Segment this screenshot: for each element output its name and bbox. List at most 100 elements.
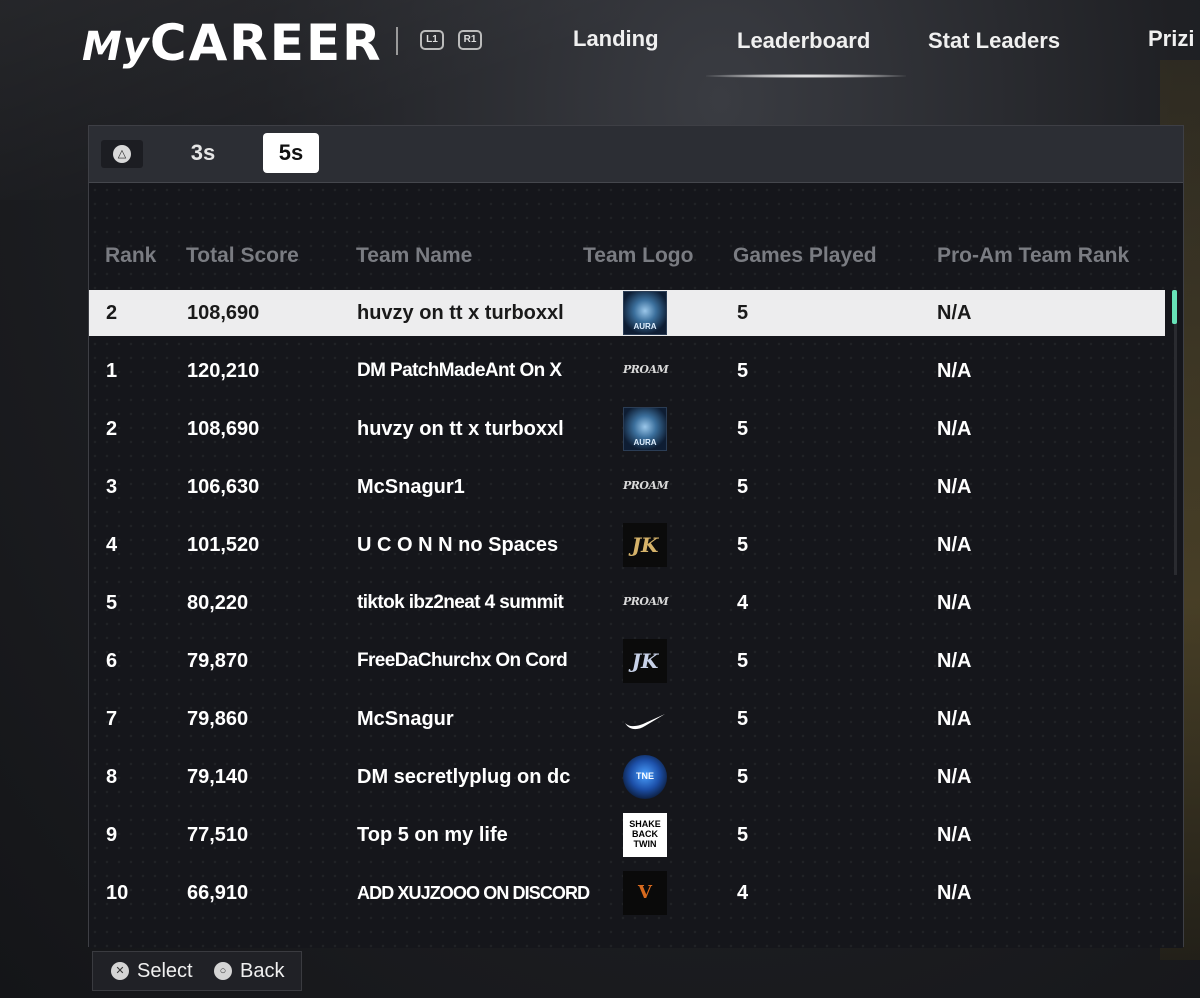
cell-rank: 2 [106,302,118,324]
col-header-proam-team-rank: Pro-Am Team Rank [937,244,1130,267]
cell-proam-rank: N/A [937,882,972,904]
scrollbar-thumb[interactable] [1172,290,1177,324]
table-row[interactable]: 1 120,210 DM PatchMadeAnt On X PROAM 5 N… [89,348,1165,394]
table-area: Rank Total Score Team Name Team Logo Gam… [89,183,1183,948]
cell-team-name: Top 5 on my life [357,824,508,846]
table-row[interactable]: 8 79,140 DM secretlyplug on dc TNE 5 N/A [89,754,1165,800]
cell-total-score: 79,870 [187,650,249,672]
cell-games-played: 5 [737,476,749,498]
tab-5s[interactable]: 5s [263,133,319,173]
cell-rank: 8 [106,766,118,788]
cell-total-score: 108,690 [187,418,260,440]
cell-proam-rank: N/A [937,650,972,672]
circle-button-icon: ○ [214,962,232,980]
cell-rank: 2 [106,418,118,440]
cell-games-played: 5 [737,302,749,324]
col-header-total-score: Total Score [186,244,299,267]
cell-team-name: McSnagur [357,708,454,730]
col-header-team-name: Team Name [356,244,473,267]
cell-rank: 7 [106,708,118,730]
cell-total-score: 79,140 [187,766,249,788]
nav-leaderboard[interactable]: Leaderboard [737,28,870,54]
cell-rank: 6 [106,650,118,672]
col-header-games-played: Games Played [733,244,877,267]
table-row[interactable]: 3 106,630 McSnagur1 PROAM 5 N/A [89,464,1165,510]
nike-logo-icon [623,697,667,741]
cell-games-played: 5 [737,708,749,730]
proam-logo-icon: PROAM [623,363,669,376]
nike-swoosh-icon [625,714,665,730]
table-row[interactable]: 6 79,870 FreeDaChurchx On Cord JK 5 N/A [89,638,1165,684]
cell-games-played: 5 [737,650,749,672]
cell-team-name: DM secretlyplug on dc [357,766,571,788]
tab-3s[interactable]: 3s [179,133,227,173]
col-header-team-logo: Team Logo [583,244,694,267]
cell-total-score: 77,510 [187,824,249,846]
cell-games-played: 5 [737,418,749,440]
cell-total-score: 108,690 [187,302,260,324]
cell-rank: 9 [106,824,118,846]
table-row[interactable]: 10 66,910 ADD XUJZOOO ON DISCORD V 4 N/A [89,870,1165,916]
r1-bumper-icon[interactable]: R1 [458,30,482,50]
table-row-selected[interactable]: 2 108,690 huvzy on tt x turboxxl AURA 5 … [89,290,1165,336]
cell-team-name: DM PatchMadeAnt On X [357,360,562,381]
nav-prizing[interactable]: Prizi [1148,26,1194,52]
select-prompt[interactable]: Select [137,960,193,982]
cell-proam-rank: N/A [937,708,972,730]
cell-total-score: 80,220 [187,592,249,614]
tne-logo-icon: TNE [623,755,667,799]
cell-games-played: 4 [737,882,749,904]
leaderboard-panel: △ 3s 5s Rank Total Score Team Name Team … [88,125,1184,948]
triangle-icon: △ [113,145,131,163]
cell-games-played: 5 [737,824,749,846]
cell-proam-rank: N/A [937,592,972,614]
logo-career: CAREER [149,14,383,72]
scrollbar-track[interactable] [1174,290,1177,575]
table-row[interactable]: 9 77,510 Top 5 on my life SHAKE BACK TWI… [89,812,1165,858]
cell-total-score: 66,910 [187,882,249,904]
table-row[interactable]: 2 108,690 huvzy on tt x turboxxl AURA 5 … [89,406,1165,452]
cell-rank: 4 [106,534,118,556]
logo-my: My [82,24,150,70]
cell-team-name: tiktok ibz2neat 4 summit [357,592,564,613]
table-row[interactable]: 4 101,520 U C O N N no Spaces JK 5 N/A [89,522,1165,568]
cell-proam-rank: N/A [937,476,972,498]
l1-bumper-icon[interactable]: L1 [420,30,444,50]
cell-proam-rank: N/A [937,418,972,440]
cell-total-score: 120,210 [187,360,260,382]
cell-team-name: FreeDaChurchx On Cord [357,650,568,671]
nav-landing[interactable]: Landing [573,26,659,52]
table-row[interactable]: 7 79,860 McSnagur 5 N/A [89,696,1165,742]
cell-total-score: 101,520 [187,534,260,556]
cell-team-name: ADD XUJZOOO ON DISCORD [357,883,590,903]
cell-games-played: 5 [737,534,749,556]
shake-back-twin-logo-icon: SHAKE BACK TWIN [623,813,667,857]
jk-logo-icon: JK [623,523,667,567]
aura-logo-icon: AURA [623,407,667,451]
cell-team-name: huvzy on tt x turboxxl [357,302,564,324]
cell-proam-rank: N/A [937,824,972,846]
cell-team-name: McSnagur1 [357,476,465,498]
nav-stat-leaders[interactable]: Stat Leaders [928,28,1060,54]
cell-proam-rank: N/A [937,534,972,556]
cell-rank: 1 [106,360,118,382]
cell-team-name: U C O N N no Spaces [357,534,559,556]
cell-proam-rank: N/A [937,302,972,324]
cell-proam-rank: N/A [937,766,972,788]
proam-logo-icon: PROAM [623,479,669,492]
table-row[interactable]: 5 80,220 tiktok ibz2neat 4 summit PROAM … [89,580,1165,626]
cell-team-name: huvzy on tt x turboxxl [357,418,564,440]
triangle-button[interactable]: △ [101,140,143,168]
aura-logo-icon: AURA [623,291,667,335]
mycareer-logo: MyCAREER [82,14,383,72]
v-logo-icon: V [623,871,667,915]
back-prompt[interactable]: Back [240,960,284,982]
cell-games-played: 5 [737,766,749,788]
cell-rank: 3 [106,476,118,498]
cell-games-played: 5 [737,360,749,382]
cell-rank: 10 [106,882,129,904]
cross-button-icon: ✕ [111,962,129,980]
header-divider [396,27,398,55]
jk-logo-icon: JK [623,639,667,683]
cell-total-score: 106,630 [187,476,260,498]
